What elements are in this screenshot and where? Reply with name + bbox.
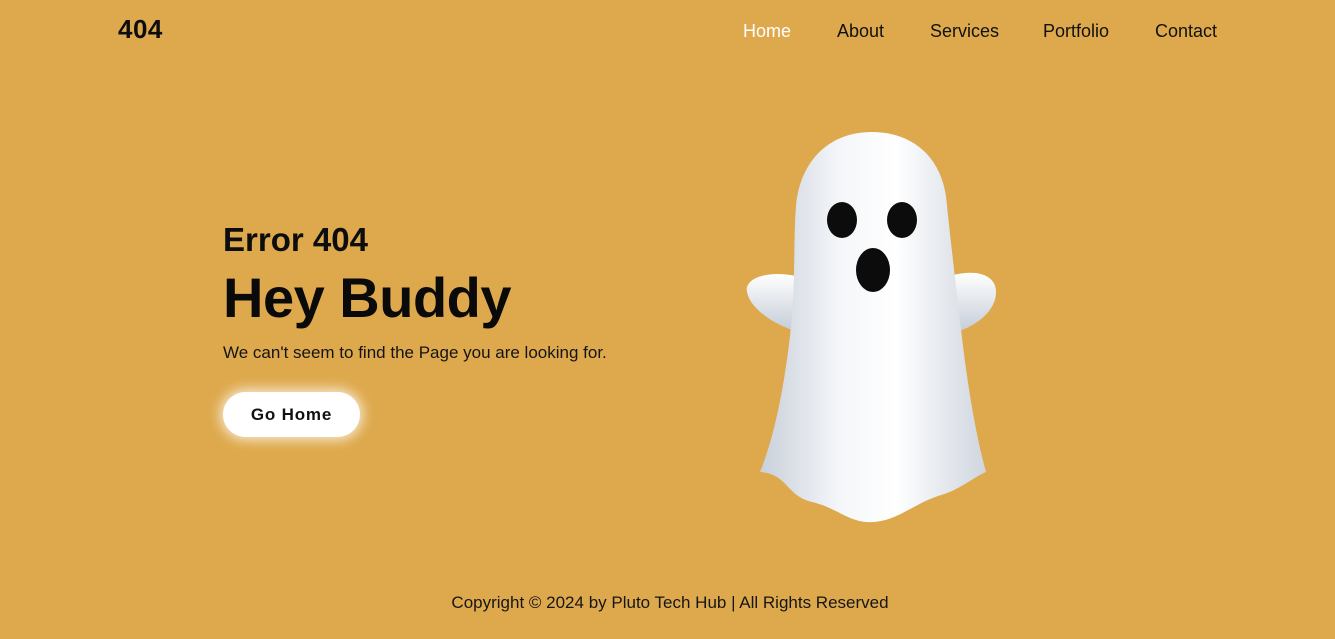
go-home-button[interactable]: Go Home [223, 392, 360, 437]
error-code: Error 404 [223, 221, 368, 258]
ghost-left-arm [746, 273, 798, 332]
ghost-left-eye [827, 202, 857, 238]
hero-text: Error 404 Hey Buddy We can't seem to fin… [223, 220, 683, 364]
error-message: We can't seem to find the Page you are l… [223, 343, 607, 362]
ghost-icon-svg [746, 132, 996, 523]
nav-about-link[interactable]: About [837, 21, 884, 42]
ghost-icon [738, 126, 1004, 530]
nav-portfolio-link[interactable]: Portfolio [1043, 21, 1109, 42]
nav-home-link[interactable]: Home [743, 21, 791, 42]
nav-contact-link[interactable]: Contact [1155, 21, 1217, 42]
footer-copyright: Copyright © 2024 by Pluto Tech Hub | All… [451, 593, 889, 612]
nav-services-link[interactable]: Services [930, 21, 999, 42]
page-title: Hey Buddy [223, 266, 512, 329]
ghost-body [760, 132, 986, 523]
ghost-mouth [856, 248, 890, 292]
main-nav: Home About Services Portfolio Contact [0, 21, 1335, 45]
ghost-right-eye [887, 202, 917, 238]
